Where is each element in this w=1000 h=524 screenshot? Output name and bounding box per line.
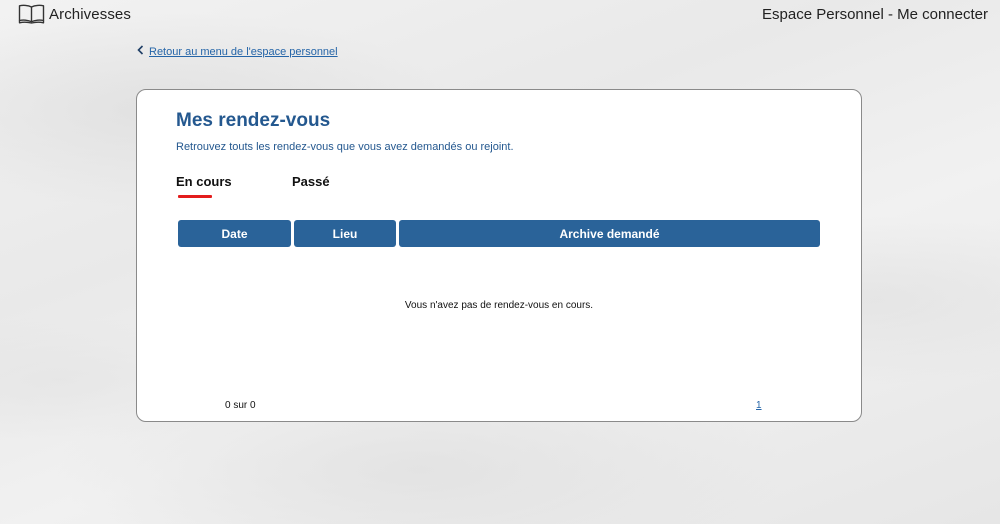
column-header-archive[interactable]: Archive demandé (399, 220, 820, 247)
column-header-lieu[interactable]: Lieu (294, 220, 396, 247)
page-title: Mes rendez-vous (176, 110, 331, 131)
table-header: Date Lieu Archive demandé (178, 220, 820, 247)
page-subtitle: Retrouvez touts les rendez-vous que vous… (176, 141, 514, 153)
active-tab-indicator (178, 195, 212, 198)
brand-logo[interactable]: Archivesses (18, 4, 131, 24)
back-to-menu-link[interactable]: Retour au menu de l'espace personnel (137, 45, 338, 58)
brand-name: Archivesses (49, 5, 131, 23)
top-bar: Archivesses Espace Personnel - Me connec… (0, 0, 1000, 30)
tab-passe[interactable]: Passé (292, 174, 330, 189)
pagination-page-1[interactable]: 1 (756, 400, 762, 411)
open-book-icon (18, 4, 45, 24)
column-header-date[interactable]: Date (178, 220, 291, 247)
appointments-card: Mes rendez-vous Retrouvez touts les rend… (136, 89, 862, 422)
chevron-left-icon (137, 45, 147, 58)
results-count: 0 sur 0 (225, 400, 256, 411)
personal-space-login-link[interactable]: Espace Personnel - Me connecter (762, 6, 988, 23)
tab-en-cours[interactable]: En cours (176, 174, 232, 189)
empty-state-message: Vous n'avez pas de rendez-vous en cours. (404, 300, 594, 311)
back-link-label: Retour au menu de l'espace personnel (149, 45, 338, 58)
